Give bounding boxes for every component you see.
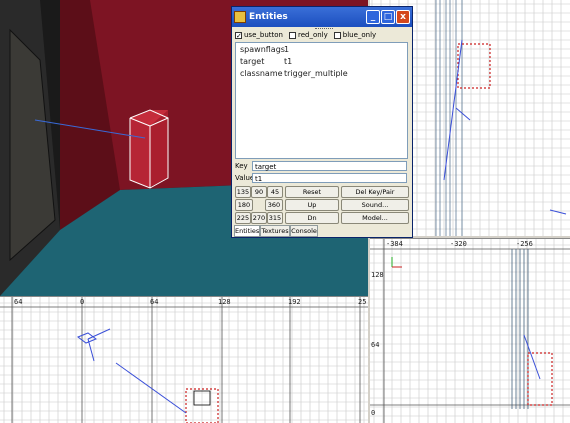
angle-315-button[interactable]: 315: [267, 212, 283, 224]
tab-console[interactable]: Console: [290, 225, 318, 237]
value-field[interactable]: t1: [252, 173, 407, 183]
value-row: Value t1: [235, 173, 407, 183]
xz-ruler-label: 64: [371, 341, 380, 349]
minimize-button[interactable]: _: [366, 10, 380, 24]
sound-button[interactable]: Sound...: [341, 199, 409, 211]
property-key: spawnflags: [240, 44, 285, 54]
property-list[interactable]: spawnflags 1 target t1 classname trigger_mu…: [235, 42, 408, 159]
angle-360-button[interactable]: 360: [265, 199, 283, 211]
entity-direction-line: [455, 107, 471, 121]
key-row: Key target: [235, 161, 407, 171]
entity-direction-line: [87, 328, 111, 340]
top-ortho-viewport[interactable]: 64 0 64 128 192 25: [0, 296, 368, 423]
key-field[interactable]: target: [252, 161, 407, 171]
spawnflag-red-only[interactable]: red_only: [288, 31, 328, 39]
tab-entities[interactable]: Entities: [234, 225, 260, 237]
window-title: Entities: [249, 12, 288, 22]
close-button[interactable]: x: [396, 10, 410, 24]
spawnflag-use-button[interactable]: ✓ use_button: [235, 31, 283, 39]
xy-ruler-label: 192: [288, 298, 301, 306]
xz-ruler-label: -320: [450, 240, 467, 248]
angle-90-button[interactable]: 90: [251, 186, 267, 198]
spawnflag-label: red_only: [297, 31, 328, 39]
property-value: 1: [284, 44, 290, 54]
xy-ruler-label: 128: [218, 298, 231, 306]
xz-ruler-label: 0: [371, 409, 376, 417]
xz-grid: [370, 239, 570, 423]
reset-button[interactable]: Reset: [285, 186, 339, 198]
model-button[interactable]: Model...: [341, 212, 409, 224]
entity-marker: [76, 332, 98, 344]
entity-link-line: [523, 334, 541, 380]
value-label: Value: [235, 174, 255, 182]
xz-ruler-label: -256: [516, 240, 533, 248]
angle-270-button[interactable]: 270: [251, 212, 267, 224]
key-label: Key: [235, 162, 248, 170]
tab-textures[interactable]: Textures: [260, 225, 290, 237]
del-key-pair-button[interactable]: Del Key/Pair: [341, 186, 409, 198]
xy-ruler-label: 64: [14, 298, 23, 306]
xy-grid: [0, 297, 368, 423]
spawnflag-label: use_button: [244, 31, 283, 39]
entity-direction-line: [87, 338, 95, 362]
entities-window[interactable]: Entities _ □ x ✓ use_button red_only blue…: [231, 6, 413, 238]
xy-ruler-label: 25: [358, 298, 367, 306]
angle-180-button[interactable]: 180: [235, 199, 253, 211]
property-value: trigger_multiple: [284, 68, 348, 78]
angle-225-button[interactable]: 225: [235, 212, 251, 224]
property-row[interactable]: classname trigger_multiple: [236, 67, 407, 79]
spawnflags-row: ✓ use_button red_only blue_only: [235, 31, 376, 39]
xz-ruler-label: -384: [386, 240, 403, 248]
maximize-button[interactable]: □: [381, 10, 395, 24]
entity-link-line: [115, 362, 187, 414]
window-titlebar[interactable]: Entities _ □ x: [232, 7, 412, 27]
xy-ruler-label: 0: [80, 298, 85, 306]
checkbox-icon[interactable]: [288, 31, 296, 39]
property-value: t1: [284, 56, 293, 66]
up-button[interactable]: Up: [285, 199, 339, 211]
spawnflag-blue-only[interactable]: blue_only: [333, 31, 377, 39]
angle-135-button[interactable]: 135: [235, 186, 251, 198]
front-ortho-viewport[interactable]: -384 -320 -256 128 64 0: [370, 238, 570, 423]
app-icon: [234, 11, 246, 23]
trigger-brush: [457, 43, 491, 89]
spawnflag-label: blue_only: [342, 31, 377, 39]
dn-button[interactable]: Dn: [285, 212, 339, 224]
angle-45-button[interactable]: 45: [267, 186, 283, 198]
checkbox-checked-icon[interactable]: ✓: [235, 31, 242, 39]
property-row[interactable]: target t1: [236, 55, 407, 67]
entity-direction-line: [549, 209, 567, 215]
property-key: classname: [240, 68, 283, 78]
checkbox-icon[interactable]: [333, 31, 341, 39]
xz-ruler-label: 128: [371, 271, 384, 279]
property-row[interactable]: spawnflags 1: [236, 43, 407, 55]
xy-ruler-label: 64: [150, 298, 159, 306]
property-key: target: [240, 56, 265, 66]
